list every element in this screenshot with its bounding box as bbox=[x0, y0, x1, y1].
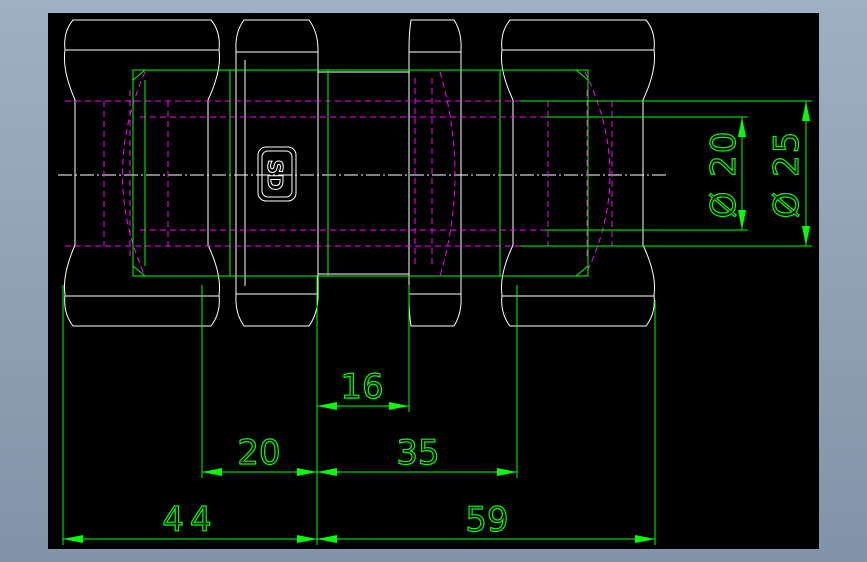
dim-label-35: 35 bbox=[396, 433, 439, 473]
dim-label-59: 59 bbox=[465, 500, 508, 540]
cad-drawing-canvas: SD 16 20 35 44 59 Ø 20 Ø 25 bbox=[48, 13, 819, 549]
part-outline bbox=[58, 19, 668, 327]
dim-label-dia25: Ø 25 bbox=[767, 130, 807, 219]
profile-chamfer-br bbox=[575, 265, 589, 277]
right-nut-outline bbox=[501, 19, 655, 327]
dim-label-dia20: Ø 20 bbox=[704, 130, 744, 219]
hidden-lines bbox=[65, 71, 640, 277]
logo-text: SD bbox=[263, 159, 287, 190]
dim-label-20: 20 bbox=[237, 433, 280, 473]
dim-label-16: 16 bbox=[340, 367, 383, 407]
hidden-arc-mid bbox=[439, 71, 456, 277]
short-hex-outline bbox=[408, 19, 462, 327]
coupling-drawing: SD 16 20 35 44 59 Ø 20 Ø 25 bbox=[58, 19, 812, 545]
left-nut-outline bbox=[64, 19, 220, 327]
hidden-arc-right bbox=[584, 71, 611, 277]
dim-label-44: 44 bbox=[162, 500, 217, 540]
hidden-arc-left bbox=[122, 71, 146, 277]
dimension-geometry bbox=[62, 69, 812, 545]
